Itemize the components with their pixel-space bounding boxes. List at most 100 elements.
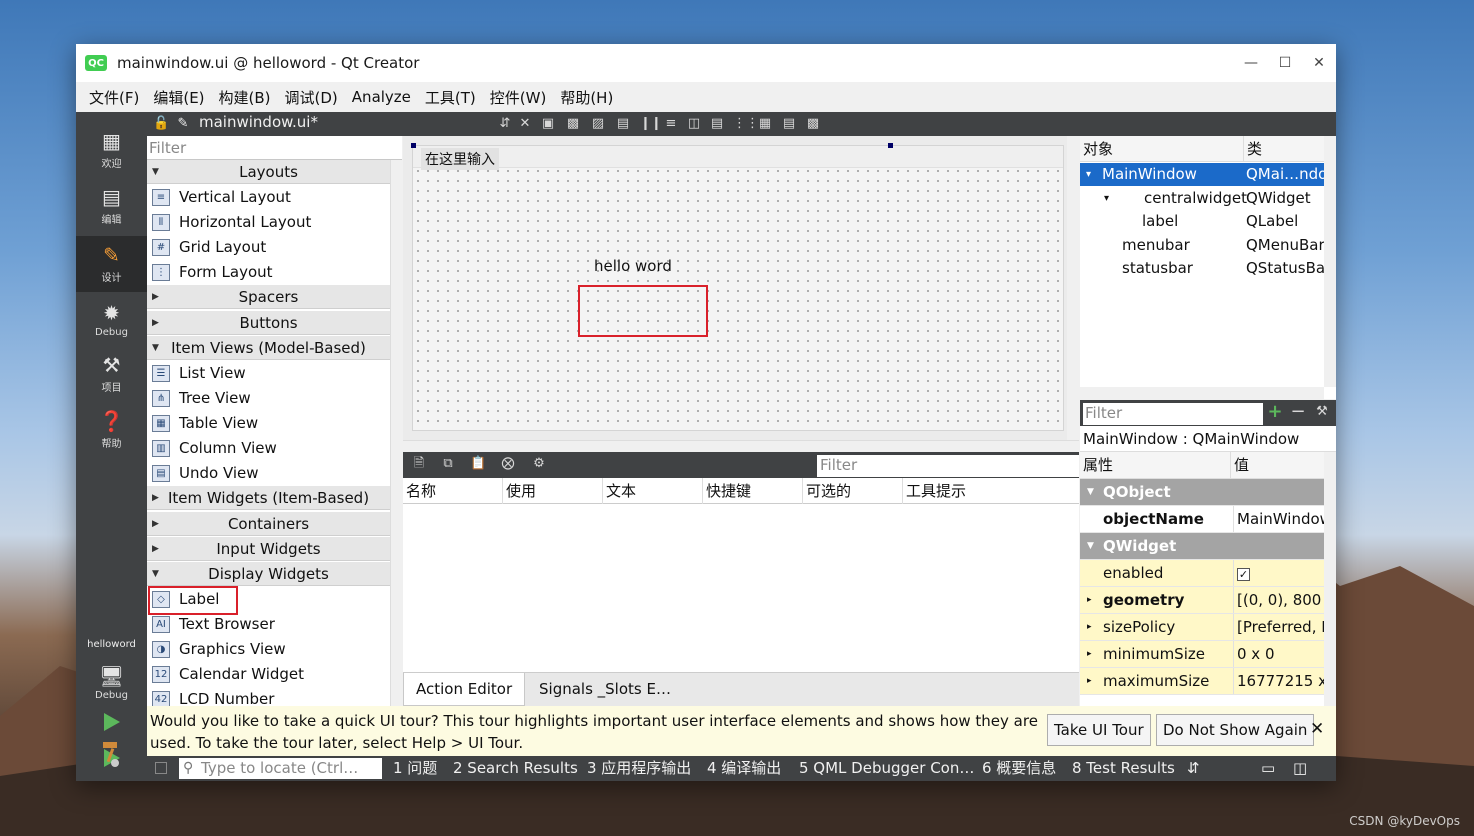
property-value[interactable]: [Preferred, P xyxy=(1233,614,1324,640)
break-layout-icon[interactable]: ▤ xyxy=(781,116,797,132)
minimize-button[interactable]: — xyxy=(1234,44,1268,82)
new-action-icon[interactable]: 🗎 xyxy=(411,456,427,472)
adjust-size-icon[interactable]: ▩ xyxy=(805,116,821,132)
property-value[interactable]: 16777215 x 1 xyxy=(1233,668,1324,694)
menu-help[interactable]: 帮助(H) xyxy=(553,87,620,108)
property-value[interactable]: 0 x 0 xyxy=(1233,641,1324,667)
edit-buddies-icon[interactable]: ▨ xyxy=(590,116,606,132)
property-value[interactable]: [(0, 0), 800 × xyxy=(1233,587,1324,613)
widget-item[interactable]: AI Text Browser xyxy=(147,612,390,637)
kit-selector[interactable]: 🖥 Debug xyxy=(76,652,147,714)
close-button[interactable]: ✕ xyxy=(1302,44,1336,82)
layout-vertical-icon[interactable]: ≡ xyxy=(663,116,679,132)
remove-property-icon[interactable]: − xyxy=(1290,403,1306,421)
expand-arrow-icon[interactable]: ▸ xyxy=(1087,614,1092,640)
layout-horizontal-icon[interactable]: ❙❙ xyxy=(640,116,662,132)
property-row[interactable]: ▸ sizePolicy [Preferred, P xyxy=(1080,614,1324,641)
widget-category[interactable]: ▶ Item Widgets (Item-Based) xyxy=(147,486,390,510)
widget-item[interactable]: ◑ Graphics View xyxy=(147,637,390,662)
widget-item[interactable]: ⦀ Horizontal Layout xyxy=(147,210,390,235)
splitter-vertical-icon[interactable]: ▤ xyxy=(709,116,725,132)
header-value[interactable]: 值 xyxy=(1230,452,1249,478)
widget-category[interactable]: ▶ Spacers xyxy=(147,285,390,309)
document-name[interactable]: mainwindow.ui* xyxy=(199,113,318,131)
widget-category[interactable]: ▶ Buttons xyxy=(147,311,390,335)
tab-signals-slots[interactable]: Signals _Slots E… xyxy=(527,673,683,706)
splitter-horizontal-icon[interactable]: ◫ xyxy=(686,116,702,132)
widget-category[interactable]: ▼ Item Views (Model-Based) xyxy=(147,336,390,360)
mode-welcome[interactable]: ▦ 欢迎 xyxy=(76,122,147,178)
header-object[interactable]: 对象 xyxy=(1080,136,1113,162)
widget-item[interactable]: ▦ Table View xyxy=(147,411,390,436)
sidebar-toggle-icon[interactable] xyxy=(155,762,167,774)
header-property[interactable]: 属性 xyxy=(1080,452,1113,478)
locator-input[interactable]: ⚲ Type to locate (Ctrl… xyxy=(179,758,382,779)
mode-design[interactable]: ✎ 设计 xyxy=(76,236,147,292)
edit-widgets-icon[interactable]: ▣ xyxy=(540,116,556,132)
tree-arrow-icon[interactable]: ▾ xyxy=(1086,163,1091,186)
widget-box-scrollbar[interactable] xyxy=(390,160,402,714)
object-inspector-v-scrollbar[interactable] xyxy=(1324,136,1336,387)
widget-item[interactable]: ≡ Vertical Layout xyxy=(147,185,390,210)
canvas-h-scrollbar[interactable] xyxy=(403,440,1079,452)
expand-arrow-icon[interactable]: ▸ xyxy=(1087,587,1092,613)
property-row[interactable]: ▸ maximumSize 16777215 x 1 xyxy=(1080,668,1324,695)
hello-label[interactable]: hello word xyxy=(594,257,672,275)
widget-item[interactable]: ☰ List View xyxy=(147,361,390,386)
run-button[interactable] xyxy=(98,709,124,735)
menu-file[interactable]: 文件(F) xyxy=(82,87,146,108)
mode-debug[interactable]: ✹ Debug xyxy=(76,292,147,348)
widget-item[interactable]: ▤ Undo View xyxy=(147,461,390,486)
widget-filter-input[interactable]: Filter xyxy=(147,136,402,160)
pane-issues[interactable]: 1 问题 xyxy=(393,756,437,781)
object-tree-row[interactable]: label QLabel xyxy=(1080,210,1324,233)
object-tree-row[interactable]: ▾ centralwidget QWidget xyxy=(1080,187,1324,210)
right-sidebar-toggle-icon[interactable]: ◫ xyxy=(1293,756,1307,781)
edit-tab-order-icon[interactable]: ▤ xyxy=(615,116,631,132)
selection-handle[interactable] xyxy=(411,143,416,148)
property-row[interactable]: objectName MainWindow xyxy=(1080,506,1324,533)
paste-action-icon[interactable]: 📋 xyxy=(470,456,486,472)
property-group[interactable]: ▼ QWidget xyxy=(1080,533,1324,560)
tab-action-editor[interactable]: Action Editor xyxy=(403,673,526,706)
pane-switch-icon[interactable]: ⇵ xyxy=(1187,756,1200,781)
property-filter-input[interactable]: Filter xyxy=(1083,403,1263,425)
column-tooltip[interactable]: 工具提示 xyxy=(903,478,1079,504)
edit-signals-slots-icon[interactable]: ▩ xyxy=(565,116,581,132)
menu-controls[interactable]: 控件(W) xyxy=(483,87,554,108)
tree-arrow-icon[interactable]: ▾ xyxy=(1104,187,1109,210)
widget-category[interactable]: ▼ Display Widgets xyxy=(147,562,390,586)
object-tree-row[interactable]: statusbar QStatusBar xyxy=(1080,257,1331,280)
property-group[interactable]: ▼ QObject xyxy=(1080,479,1324,506)
do-not-show-again-button[interactable]: Do Not Show Again xyxy=(1156,714,1315,746)
type-here-menu[interactable]: 在这里输入 xyxy=(421,148,499,170)
expand-arrow-icon[interactable]: ▸ xyxy=(1087,668,1092,694)
property-row[interactable]: ▸ geometry [(0, 0), 800 × xyxy=(1080,587,1324,614)
widget-item[interactable]: ▥ Column View xyxy=(147,436,390,461)
object-tree-row[interactable]: menubar QMenuBar xyxy=(1080,234,1325,257)
widget-category[interactable]: ▼ Layouts xyxy=(147,160,390,184)
pane-compile-output[interactable]: 4 编译输出 xyxy=(707,756,781,781)
add-property-icon[interactable]: + xyxy=(1267,403,1283,421)
widget-item[interactable]: ⋮ Form Layout xyxy=(147,260,390,285)
pane-application-output[interactable]: 3 应用程序输出 xyxy=(587,756,691,781)
mode-projects[interactable]: ⚒ 项目 xyxy=(76,346,147,402)
delete-action-icon[interactable]: ⨂ xyxy=(500,456,516,472)
configure-view-icon[interactable]: ⚙ xyxy=(531,456,547,472)
layout-grid-icon[interactable]: ⋮⋮ xyxy=(733,116,759,132)
menu-edit[interactable]: 编辑(E) xyxy=(146,87,211,108)
action-filter-input[interactable]: Filter xyxy=(817,455,1079,477)
object-inspector-h-scrollbar[interactable] xyxy=(1080,387,1324,399)
column-shortcut[interactable]: 快捷键 xyxy=(703,478,803,504)
column-checkable[interactable]: 可选的 xyxy=(803,478,903,504)
take-ui-tour-button[interactable]: Take UI Tour xyxy=(1047,714,1151,746)
header-class[interactable]: 类 xyxy=(1243,136,1262,162)
canvas-v-scrollbar[interactable] xyxy=(1067,136,1079,440)
maximize-button[interactable]: ☐ xyxy=(1268,44,1302,82)
menu-tools[interactable]: 工具(T) xyxy=(418,87,483,108)
pane-test-results[interactable]: 8 Test Results xyxy=(1072,756,1175,781)
widget-category[interactable]: ▶ Containers xyxy=(147,512,390,536)
output-toggle-icon[interactable]: ▭ xyxy=(1261,756,1275,781)
property-editor-scrollbar[interactable] xyxy=(1324,452,1336,706)
mode-edit[interactable]: ▤ 编辑 xyxy=(76,178,147,234)
